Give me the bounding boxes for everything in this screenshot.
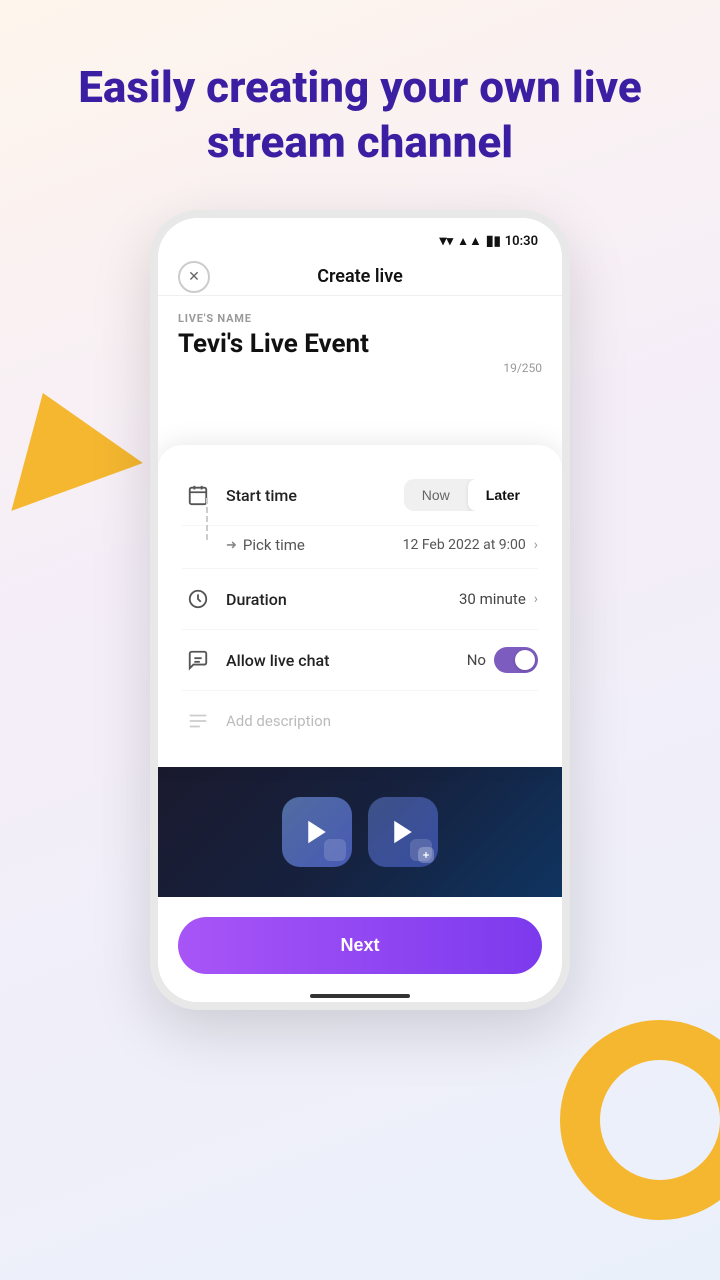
now-button[interactable]: Now	[404, 479, 468, 511]
calendar-icon	[182, 479, 214, 511]
signal-icon: ▲	[457, 233, 482, 249]
phone-frame: ▾ ▲ ▮ 10:30 ✕ Create live LIVE'S NAME Te…	[150, 210, 570, 1010]
bottom-indicator	[158, 986, 562, 1002]
bg-circle-decoration	[560, 1020, 720, 1220]
status-bar: ▾ ▲ ▮ 10:30	[158, 218, 562, 254]
phone-mockup: ▾ ▲ ▮ 10:30 ✕ Create live LIVE'S NAME Te…	[0, 210, 720, 1010]
form-area: LIVE'S NAME Tevi's Live Event 19/250	[158, 296, 562, 445]
duration-value: 30 minute	[459, 590, 526, 608]
battery-icon: ▮	[486, 233, 501, 249]
image-placeholder	[282, 797, 438, 867]
description-icon	[182, 705, 214, 737]
wifi-icon: ▾	[440, 233, 454, 249]
allow-chat-toggle[interactable]	[494, 647, 538, 673]
start-time-label: Start time	[226, 486, 404, 505]
pick-time-chevron: ›	[534, 537, 538, 553]
description-row[interactable]: Add description	[182, 691, 538, 751]
duration-label: Duration	[226, 590, 459, 609]
duration-row[interactable]: Duration 30 minute ›	[182, 569, 538, 630]
allow-chat-row: Allow live chat No	[182, 630, 538, 691]
pick-time-value: 12 Feb 2022 at 9:00	[403, 537, 526, 553]
pick-time-row[interactable]: ➜ Pick time 12 Feb 2022 at 9:00 ›	[182, 526, 538, 569]
allow-chat-label: Allow live chat	[226, 651, 467, 670]
allow-chat-status: No	[467, 651, 486, 669]
chat-icon	[182, 644, 214, 676]
app-header-title: Create live	[317, 266, 403, 287]
close-icon: ✕	[188, 268, 200, 285]
char-count: 19/250	[178, 361, 542, 375]
app-header: ✕ Create live	[158, 254, 562, 296]
next-button-area: Next	[158, 897, 562, 986]
live-name-value[interactable]: Tevi's Live Event	[178, 329, 542, 359]
close-button[interactable]: ✕	[178, 261, 210, 293]
arrow-icon: ➜	[226, 538, 237, 553]
start-time-row: Start time Now Later	[182, 465, 538, 526]
status-time: 10:30	[505, 234, 538, 249]
later-button[interactable]: Later	[468, 479, 538, 511]
image-section	[158, 767, 562, 897]
status-icons: ▾ ▲ ▮ 10:30	[440, 233, 538, 249]
start-time-toggle[interactable]: Now Later	[404, 479, 538, 511]
hero-title: Easily creating your own live stream cha…	[0, 0, 720, 200]
bottom-sheet: Start time Now Later ➜ Pick time 12 Feb …	[158, 445, 562, 767]
description-placeholder: Add description	[226, 712, 538, 730]
app-icon-1	[282, 797, 352, 867]
home-indicator	[310, 994, 410, 998]
dotted-connector	[206, 498, 208, 540]
clock-icon	[182, 583, 214, 615]
live-name-label: LIVE'S NAME	[178, 312, 542, 325]
next-button[interactable]: Next	[178, 917, 542, 974]
duration-chevron: ›	[534, 591, 538, 607]
pick-time-label: Pick time	[243, 536, 403, 554]
app-icon-2	[368, 797, 438, 867]
